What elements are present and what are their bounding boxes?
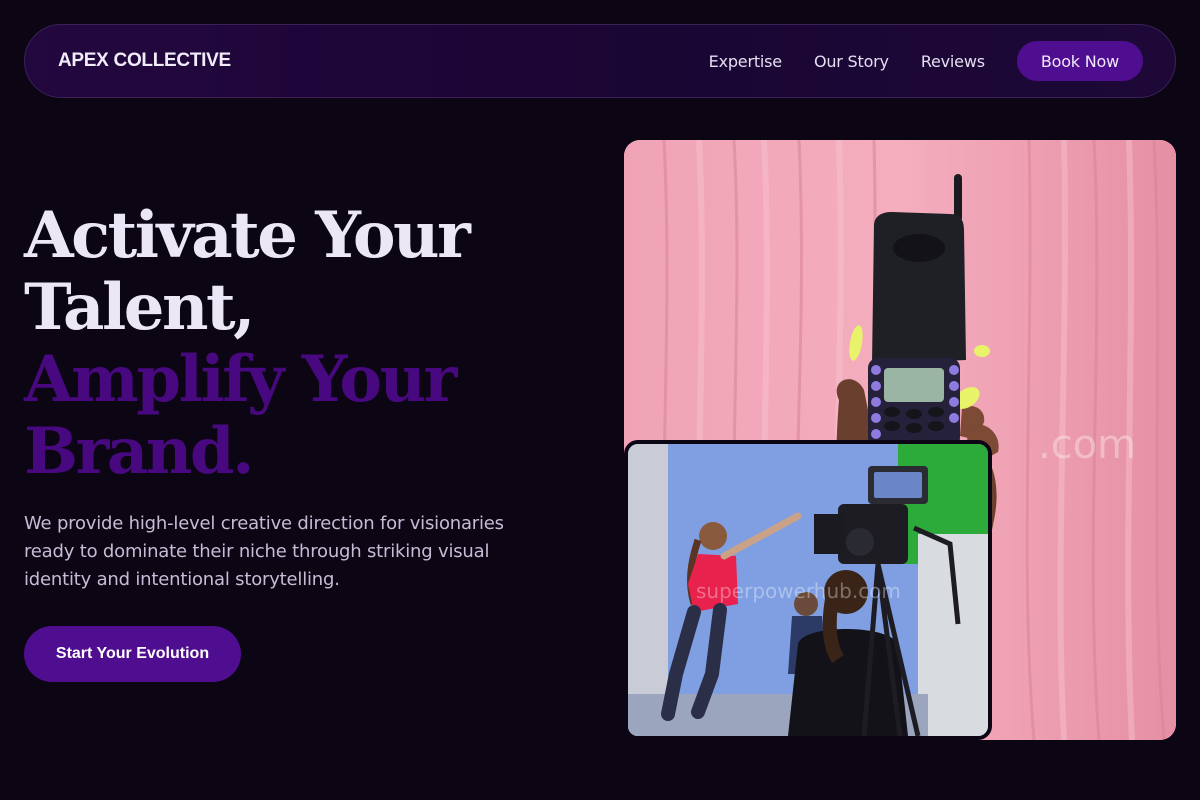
- nav-links: Expertise Our Story Reviews Book Now: [709, 41, 1143, 81]
- hero-headline: Activate Your Talent, Amplify Your Brand…: [24, 200, 584, 488]
- nav-link-expertise[interactable]: Expertise: [709, 52, 782, 71]
- main-image-watermark: .com: [1038, 422, 1136, 468]
- headline-line-4: Brand.: [24, 414, 254, 489]
- book-now-button[interactable]: Book Now: [1016, 41, 1143, 81]
- top-navbar: APEX COLLECTIVE Expertise Our Story Revi…: [24, 24, 1176, 98]
- hero-image-studio: superpowerhub.com: [624, 440, 992, 740]
- headline-line-2: Talent,: [24, 270, 255, 345]
- nav-link-our-story[interactable]: Our Story: [814, 52, 889, 71]
- nav-link-reviews[interactable]: Reviews: [921, 52, 985, 71]
- brand-logo[interactable]: APEX COLLECTIVE: [58, 50, 231, 72]
- headline-line-1: Activate Your: [24, 198, 471, 273]
- start-your-evolution-button[interactable]: Start Your Evolution: [24, 626, 241, 682]
- inset-image-watermark: superpowerhub.com: [696, 579, 901, 603]
- hero-subcopy: We provide high-level creative direction…: [24, 513, 504, 590]
- studio-photo-illustration: superpowerhub.com: [628, 444, 988, 736]
- headline-line-3: Amplify Your: [24, 342, 457, 417]
